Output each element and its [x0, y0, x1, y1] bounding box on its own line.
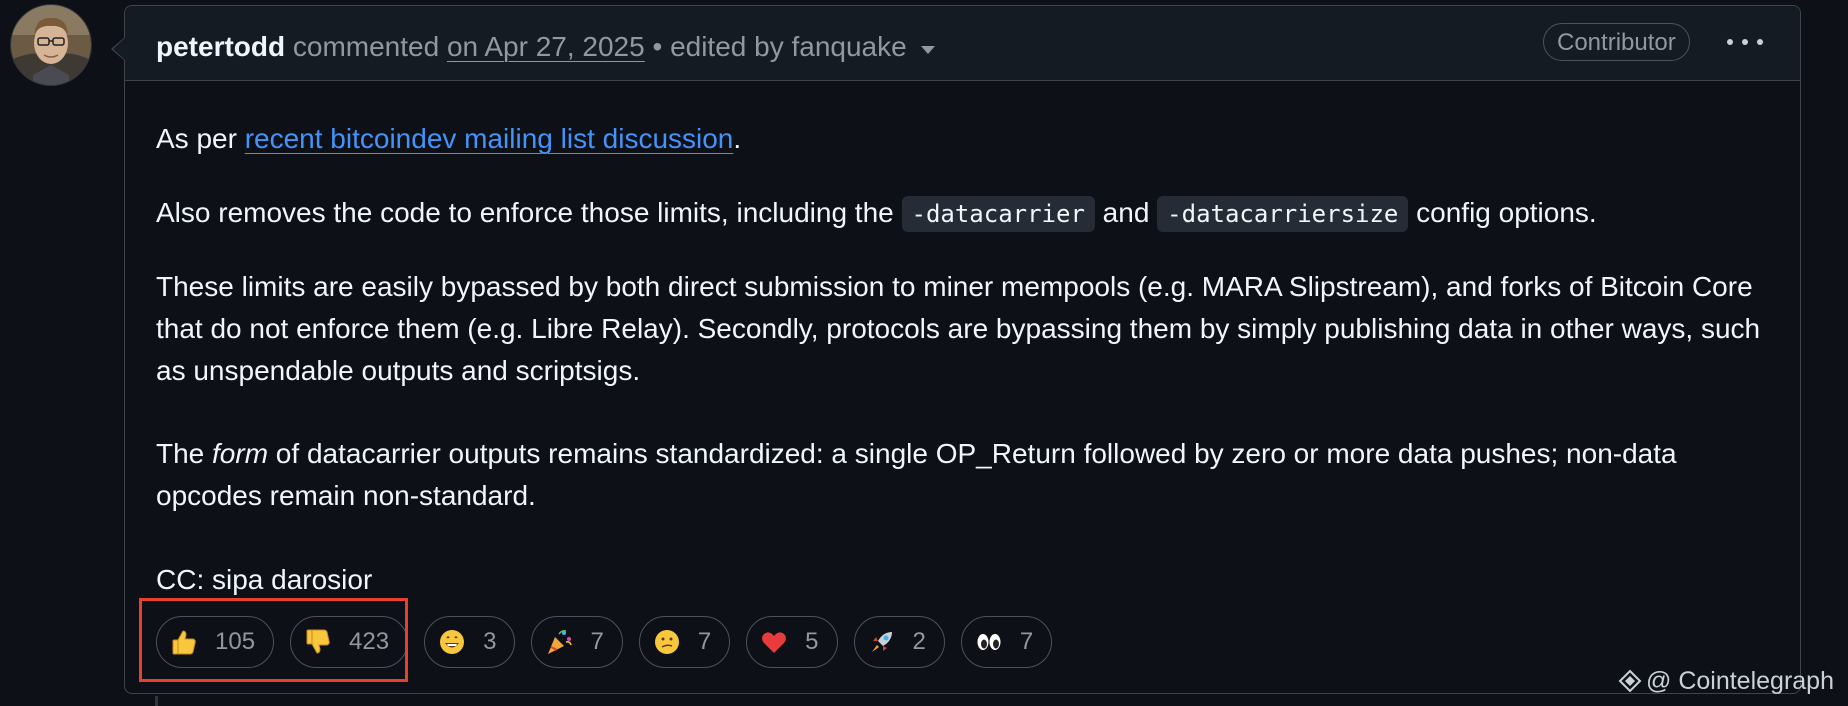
reaction-count: 2 [912, 628, 926, 655]
reaction-count: 5 [805, 628, 819, 655]
paragraph: These limits are easily bypassed by both… [156, 271, 1761, 386]
highlight-annotation-box [139, 598, 408, 682]
paragraph: CC: sipa darosior [156, 564, 373, 595]
comment-meta: petertodd commented on Apr 27, 2025 • ed… [156, 27, 935, 67]
comment-header: petertodd commented on Apr 27, 2025 • ed… [125, 6, 1800, 81]
paragraph: The form of datacarrier outputs remains … [156, 433, 1776, 517]
confused-icon [654, 630, 679, 654]
reaction-laugh-button[interactable]: 3 [424, 616, 516, 668]
watermark-text: @ Cointelegraph [1646, 667, 1834, 695]
comment-card: petertodd commented on Apr 27, 2025 • ed… [111, 5, 1801, 694]
timeline-connector [155, 696, 158, 706]
paragraph: As per recent bitcoindev mailing list di… [156, 118, 1776, 160]
eyes-icon [977, 634, 1001, 650]
kebab-dot [1757, 39, 1763, 45]
watermark: @ Cointelegraph [1618, 666, 1834, 696]
chevron-down-icon [920, 45, 935, 54]
heart-icon [762, 632, 787, 653]
comment-date-link[interactable]: on Apr 27, 2025 [447, 31, 645, 62]
code-datacarrier: -datacarrier [901, 196, 1095, 232]
laugh-icon [440, 630, 465, 654]
kebab-dot [1727, 39, 1733, 45]
emphasis: form [212, 438, 269, 469]
party-popper-icon [548, 630, 573, 654]
cointelegraph-logo-icon [1618, 669, 1642, 693]
contributor-badge: Contributor [1543, 23, 1690, 61]
kebab-dot [1742, 39, 1748, 45]
rocket-icon [871, 632, 892, 652]
text: . [733, 123, 742, 154]
more-options-button[interactable] [1719, 26, 1771, 58]
author-link[interactable]: petertodd [156, 31, 285, 62]
reaction-hooray-button[interactable]: 7 [531, 616, 623, 668]
reaction-heart-button[interactable]: 5 [746, 616, 838, 668]
reaction-count: 3 [483, 628, 497, 655]
code-datacarriersize: -datacarriersize [1157, 196, 1409, 232]
reaction-eyes-button[interactable]: 7 [960, 616, 1053, 668]
reaction-confused-button[interactable]: 7 [638, 616, 731, 668]
reaction-count: 7 [697, 628, 712, 655]
text: Also removes the code to enforce those l… [156, 197, 902, 228]
page: petertodd commented on Apr 27, 2025 • ed… [0, 0, 1848, 706]
edited-by-label: • edited by fanquake [652, 31, 907, 62]
mailing-list-link[interactable]: recent bitcoindev mailing list discussio… [245, 123, 734, 154]
paragraph: Also removes the code to enforce those l… [156, 192, 1776, 235]
text: The [156, 438, 213, 469]
reaction-count: 7 [1019, 628, 1034, 655]
edited-by-dropdown[interactable]: • edited by fanquake [652, 31, 935, 62]
reaction-count: 7 [590, 628, 604, 655]
text: and [1094, 197, 1158, 228]
reaction-rocket-button[interactable]: 2 [853, 616, 945, 668]
text: of datacarrier outputs remains standardi… [156, 438, 1677, 511]
text: As per [156, 123, 245, 154]
author-avatar[interactable] [10, 4, 92, 86]
comment-action: commented [292, 31, 440, 62]
text: config options. [1408, 197, 1597, 228]
avatar-image [11, 5, 91, 85]
